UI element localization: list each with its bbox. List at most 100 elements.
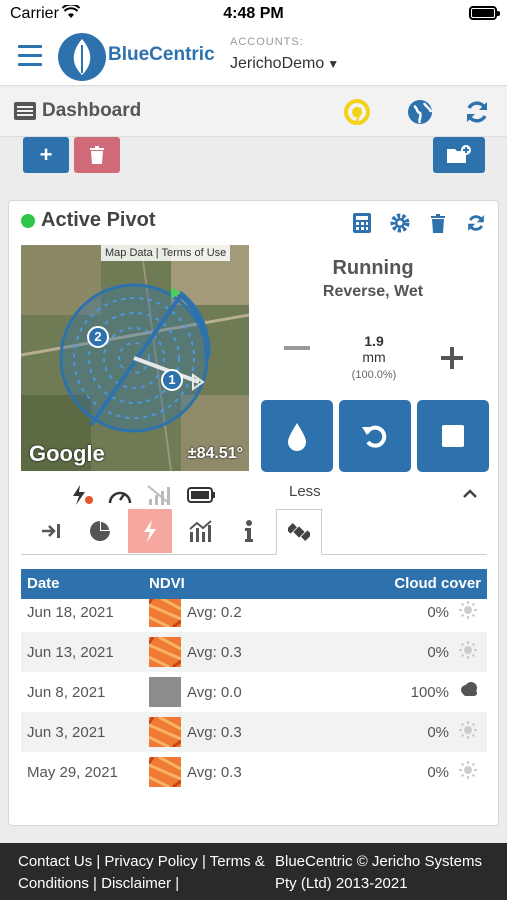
terms-link[interactable]: Terms of Use bbox=[161, 247, 226, 259]
status-dot bbox=[21, 213, 35, 228]
menu-icon[interactable] bbox=[18, 45, 42, 67]
decrease-depth-button[interactable] bbox=[284, 346, 310, 350]
cloud-icon bbox=[459, 681, 479, 701]
ndvi-column-header[interactable]: NDVI bbox=[149, 575, 185, 592]
row-cloud-cover: 0% bbox=[427, 644, 449, 661]
ndvi-table-header: Date NDVI Cloud cover bbox=[21, 569, 487, 599]
cloud-column-header[interactable]: Cloud cover bbox=[394, 575, 481, 592]
account-name: JerichoDemo bbox=[230, 55, 325, 72]
row-date: May 29, 2021 bbox=[27, 764, 118, 781]
sun-icon bbox=[459, 641, 479, 661]
plus-icon: + bbox=[39, 142, 53, 167]
satellite-icon bbox=[288, 523, 310, 541]
tab-satellite[interactable] bbox=[276, 509, 322, 555]
water-button[interactable] bbox=[261, 400, 333, 472]
row-ndvi-avg: Avg: 0.0 bbox=[187, 684, 242, 701]
table-row[interactable]: Jun 3, 2021 Avg: 0.3 0% bbox=[21, 712, 487, 752]
bluecentric-logo bbox=[58, 33, 106, 81]
trash-icon bbox=[90, 146, 104, 164]
account-selector[interactable]: JerichoDemo ▼ bbox=[230, 55, 339, 73]
sun-icon bbox=[459, 761, 479, 781]
less-toggle[interactable]: Less bbox=[289, 483, 321, 500]
tab-analytics[interactable] bbox=[178, 509, 222, 553]
stop-icon bbox=[442, 425, 464, 447]
tab-chart[interactable] bbox=[78, 509, 122, 553]
satellite-imagery bbox=[21, 245, 249, 471]
detail-tabs bbox=[21, 505, 487, 555]
row-cloud-cover: 0% bbox=[427, 604, 449, 621]
calculator-icon[interactable] bbox=[350, 211, 374, 235]
map-marker-2[interactable]: 2 bbox=[87, 326, 109, 348]
table-row[interactable]: Jun 18, 2021 Avg: 0.2 0% bbox=[21, 599, 487, 632]
ndvi-thumbnail[interactable] bbox=[149, 717, 181, 747]
card-actions bbox=[350, 211, 488, 235]
row-date: Jun 8, 2021 bbox=[27, 684, 106, 701]
battery-icon bbox=[469, 6, 500, 20]
pie-chart-icon bbox=[90, 521, 110, 541]
row-ndvi-avg: Avg: 0.3 bbox=[187, 724, 242, 741]
add-button[interactable]: + bbox=[23, 137, 69, 173]
row-ndvi-avg: Avg: 0.2 bbox=[187, 604, 242, 621]
card-header: Active Pivot bbox=[21, 209, 155, 232]
footer-links[interactable]: Contact Us | Privacy Policy | Terms & Co… bbox=[18, 851, 268, 895]
depth-percent: (100.0%) bbox=[351, 369, 397, 381]
clock: 4:48 PM bbox=[223, 5, 284, 22]
google-logo: Google bbox=[29, 441, 105, 466]
ndvi-thumbnail[interactable] bbox=[149, 637, 181, 667]
table-row[interactable]: May 29, 2021 Avg: 0.3 0% bbox=[21, 752, 487, 792]
refresh-icon[interactable] bbox=[463, 98, 491, 126]
row-date: Jun 13, 2021 bbox=[27, 644, 114, 661]
add-folder-button[interactable] bbox=[433, 137, 485, 173]
tab-direction[interactable] bbox=[29, 509, 73, 553]
trash-icon[interactable] bbox=[426, 211, 450, 235]
stop-button[interactable] bbox=[417, 400, 489, 472]
gear-icon[interactable] bbox=[388, 211, 412, 235]
refresh-icon[interactable] bbox=[464, 211, 488, 235]
brand-name: BlueCentric bbox=[108, 44, 215, 65]
ndvi-thumbnail[interactable] bbox=[149, 757, 181, 787]
ndvi-thumbnail[interactable] bbox=[149, 677, 181, 707]
map-credits: Map Data | Terms of Use bbox=[101, 245, 231, 261]
row-date: Jun 18, 2021 bbox=[27, 604, 114, 621]
row-date: Jun 3, 2021 bbox=[27, 724, 106, 741]
chevron-up-icon[interactable] bbox=[463, 485, 477, 502]
date-column-header[interactable]: Date bbox=[27, 575, 60, 592]
tab-info[interactable] bbox=[227, 509, 271, 553]
row-cloud-cover: 0% bbox=[427, 764, 449, 781]
power-alert-icon bbox=[73, 485, 93, 505]
app-header: BlueCentric ACCOUNTS: JerichoDemo ▼ bbox=[0, 28, 507, 86]
footer: Contact Us | Privacy Policy | Terms & Co… bbox=[0, 843, 507, 900]
card-title: Active Pivot bbox=[41, 209, 156, 231]
map-marker-1[interactable]: 1 bbox=[161, 369, 183, 391]
ndvi-thumbnail[interactable] bbox=[149, 599, 181, 627]
reverse-icon bbox=[362, 425, 387, 448]
accounts-label: ACCOUNTS: bbox=[230, 36, 304, 48]
weather-alert-icon[interactable] bbox=[343, 98, 371, 126]
chevron-down-icon: ▼ bbox=[327, 57, 340, 71]
folder-plus-icon bbox=[447, 145, 471, 163]
pivot-card: Active Pivot 2 1 Map Data | Terms of Use… bbox=[8, 200, 499, 826]
run-mode: Reverse, Wet bbox=[322, 283, 424, 300]
map-data-link[interactable]: Map Data bbox=[105, 247, 153, 259]
depth-value: 1.9 bbox=[364, 333, 384, 349]
row-cloud-cover: 0% bbox=[427, 724, 449, 741]
reverse-button[interactable] bbox=[339, 400, 411, 472]
table-row[interactable]: Jun 13, 2021 Avg: 0.3 0% bbox=[21, 632, 487, 672]
delete-button[interactable] bbox=[74, 137, 120, 173]
lightning-icon bbox=[144, 520, 156, 542]
signal-off-icon bbox=[147, 485, 171, 505]
angle-readout: ±84.51° bbox=[187, 445, 243, 462]
row-ndvi-avg: Avg: 0.3 bbox=[187, 764, 242, 781]
footer-copyright: BlueCentric © Jericho Systems Pty (Ltd) … bbox=[275, 853, 482, 892]
arrow-to-line-icon bbox=[42, 524, 60, 538]
row-cloud-cover: 100% bbox=[410, 684, 449, 701]
status-bar: Carrier 4:48 PM bbox=[0, 0, 507, 28]
pivot-map[interactable]: 2 1 Map Data | Terms of Use Google ±84.5… bbox=[21, 245, 249, 471]
water-drop-icon bbox=[288, 423, 306, 451]
tab-power[interactable] bbox=[128, 509, 172, 553]
table-row[interactable]: Jun 8, 2021 Avg: 0.0 100% bbox=[21, 672, 487, 712]
sun-icon bbox=[459, 601, 479, 621]
dashboard-bar: Dashboard bbox=[0, 87, 507, 137]
globe-icon[interactable] bbox=[406, 98, 434, 126]
ndvi-table-body[interactable]: Jun 18, 2021 Avg: 0.2 0% Jun 13, 2021 Avg: 0… bbox=[21, 599, 487, 795]
